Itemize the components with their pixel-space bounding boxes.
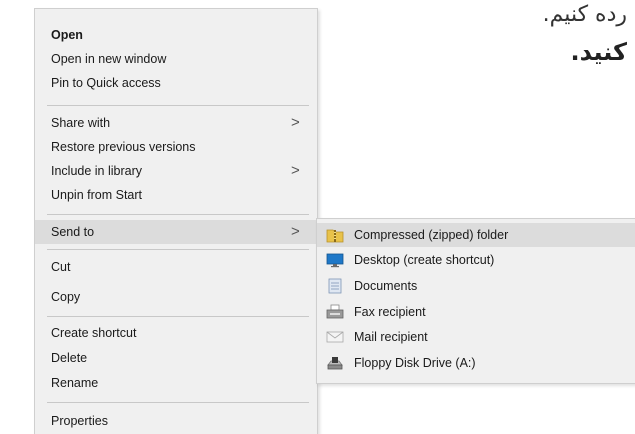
desktop-icon (326, 253, 344, 268)
submenu-item-label: Fax recipient (354, 305, 426, 319)
menu-item-label: Rename (51, 376, 99, 390)
submenu-item-label: Compressed (zipped) folder (354, 228, 509, 242)
menu-item-label: Unpin from Start (51, 188, 143, 202)
menu-separator (47, 249, 309, 250)
menu-item-open-in-new-window[interactable]: Open in new window (35, 47, 317, 71)
menu-item-label: Pin to Quick access (51, 76, 161, 90)
documents-icon (328, 278, 342, 294)
menu-item-rename[interactable]: Rename (35, 371, 317, 395)
menu-separator (47, 316, 309, 317)
menu-item-properties[interactable]: Properties (35, 409, 317, 433)
submenu-item-label: Floppy Disk Drive (A:) (354, 356, 476, 370)
submenu-item-label: Desktop (create shortcut) (354, 253, 495, 267)
submenu-item-label: Documents (354, 279, 418, 293)
menu-separator (47, 402, 309, 403)
send-to-compressed-folder[interactable]: Compressed (zipped) folder (317, 223, 635, 247)
fax-icon (326, 304, 344, 319)
menu-item-label: Create shortcut (51, 326, 137, 340)
submenu-item-label: Mail recipient (354, 330, 428, 344)
menu-item-cut[interactable]: Cut (35, 255, 317, 279)
menu-item-unpin-from-start[interactable]: Unpin from Start (35, 183, 317, 207)
menu-separator (47, 214, 309, 215)
background-text-line-1: رده کنیم. (542, 2, 627, 27)
menu-item-include-in-library[interactable]: Include in library > (35, 159, 317, 183)
chevron-right-icon: > (291, 223, 300, 240)
menu-item-pin-to-quick-access[interactable]: Pin to Quick access (35, 71, 317, 95)
send-to-fax-recipient[interactable]: Fax recipient (317, 300, 635, 324)
menu-item-label: Properties (51, 414, 108, 428)
menu-item-label: Include in library (51, 164, 143, 178)
menu-item-share-with[interactable]: Share with > (35, 111, 317, 135)
menu-item-copy[interactable]: Copy (35, 285, 317, 309)
mail-icon (326, 331, 344, 343)
menu-item-label: Open in new window (51, 52, 167, 66)
chevron-right-icon: > (291, 114, 300, 131)
menu-item-label: Restore previous versions (51, 140, 196, 154)
menu-item-label: Share with (51, 116, 111, 130)
floppy-drive-icon (327, 357, 343, 370)
menu-item-label: Send to (51, 225, 95, 239)
menu-item-delete[interactable]: Delete (35, 346, 317, 370)
send-to-floppy-disk-drive[interactable]: Floppy Disk Drive (A:) (317, 351, 635, 375)
menu-item-label: Delete (51, 351, 88, 365)
background-text-line-2: کنید. (570, 38, 627, 66)
zip-folder-icon (326, 229, 344, 243)
send-to-documents[interactable]: Documents (317, 274, 635, 298)
menu-separator (47, 105, 309, 106)
send-to-desktop[interactable]: Desktop (create shortcut) (317, 248, 635, 272)
menu-item-label: Open (51, 28, 83, 42)
menu-item-open[interactable]: Open (35, 23, 317, 47)
menu-item-restore-previous-versions[interactable]: Restore previous versions (35, 135, 317, 159)
send-to-mail-recipient[interactable]: Mail recipient (317, 325, 635, 349)
menu-item-send-to[interactable]: Send to > (35, 220, 317, 244)
context-menu: Open Open in new window Pin to Quick acc… (34, 8, 318, 434)
chevron-right-icon: > (291, 162, 300, 179)
menu-item-label: Copy (51, 290, 81, 304)
menu-item-label: Cut (51, 260, 71, 274)
send-to-submenu: Compressed (zipped) folder Desktop (crea… (316, 218, 635, 384)
menu-item-create-shortcut[interactable]: Create shortcut (35, 321, 317, 345)
